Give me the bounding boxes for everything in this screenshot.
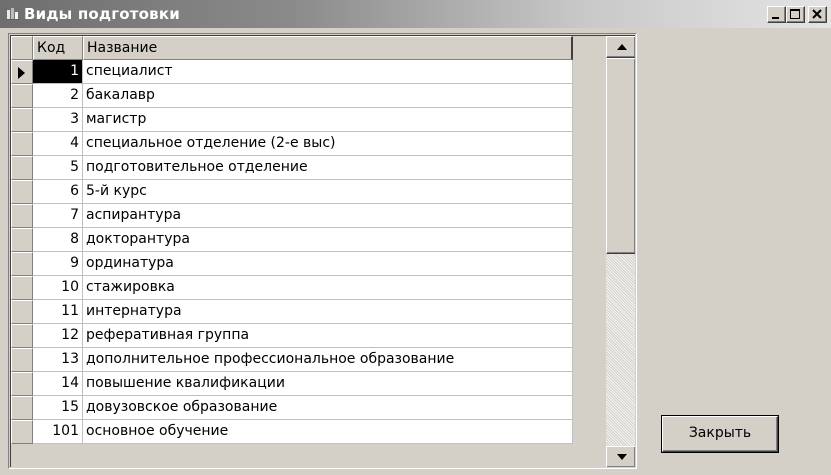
grid-viewport: Код Название 1 специалист 2 бакалавр 3 магист… — [10, 35, 635, 467]
table-row[interactable]: 101 основное обучение — [11, 420, 573, 444]
cell-name[interactable]: дополнительное профессиональное образова… — [83, 348, 573, 372]
row-indicator[interactable] — [11, 324, 33, 348]
row-indicator[interactable] — [11, 60, 33, 84]
cell-code[interactable]: 13 — [33, 348, 83, 372]
cell-name[interactable]: довузовское образование — [83, 396, 573, 420]
cell-name[interactable]: реферативная группа — [83, 324, 573, 348]
minimize-icon — [772, 17, 779, 19]
scroll-down-button[interactable] — [606, 446, 635, 467]
table-row[interactable]: 5 подготовительное отделение — [11, 156, 573, 180]
close-window-button[interactable] — [808, 6, 827, 23]
table-row[interactable]: 6 5-й курс — [11, 180, 573, 204]
cell-code[interactable]: 7 — [33, 204, 83, 228]
row-indicator[interactable] — [11, 252, 33, 276]
row-indicator[interactable] — [11, 420, 33, 444]
cell-name[interactable]: повышение квалификации — [83, 372, 573, 396]
table-row[interactable]: 12 реферативная группа — [11, 324, 573, 348]
current-row-arrow-icon — [18, 67, 25, 79]
cell-code[interactable]: 8 — [33, 228, 83, 252]
cell-code[interactable]: 15 — [33, 396, 83, 420]
row-indicator[interactable] — [11, 396, 33, 420]
cell-code[interactable]: 5 — [33, 156, 83, 180]
cell-code[interactable]: 1 — [33, 60, 83, 84]
row-indicator[interactable] — [11, 276, 33, 300]
row-indicator[interactable] — [11, 348, 33, 372]
cell-code[interactable]: 10 — [33, 276, 83, 300]
table-row[interactable]: 14 повышение квалификации — [11, 372, 573, 396]
title-bar[interactable]: Виды подготовки — [0, 0, 831, 28]
cell-name[interactable]: специальное отделение (2-е выс) — [83, 132, 573, 156]
minimize-button[interactable] — [767, 6, 786, 23]
maximize-icon — [790, 9, 800, 19]
column-header-name[interactable]: Название — [83, 36, 573, 60]
cell-name[interactable]: интернатура — [83, 300, 573, 324]
row-indicator[interactable] — [11, 156, 33, 180]
cell-code[interactable]: 6 — [33, 180, 83, 204]
cell-code[interactable]: 3 — [33, 108, 83, 132]
cell-name[interactable]: подготовительное отделение — [83, 156, 573, 180]
grid-empty-area — [573, 60, 606, 467]
table-row[interactable]: 9 ординатура — [11, 252, 573, 276]
row-indicator[interactable] — [11, 108, 33, 132]
table-row[interactable]: 15 довузовское образование — [11, 396, 573, 420]
row-indicator[interactable] — [11, 228, 33, 252]
triangle-up-icon — [617, 44, 627, 50]
table-row[interactable]: 3 магистр — [11, 108, 573, 132]
cell-code[interactable]: 9 — [33, 252, 83, 276]
row-indicator[interactable] — [11, 372, 33, 396]
table-row[interactable]: 13 дополнительное профессиональное образо… — [11, 348, 573, 372]
cell-code[interactable]: 12 — [33, 324, 83, 348]
table-row[interactable]: 8 докторантура — [11, 228, 573, 252]
scroll-thumb[interactable] — [606, 58, 635, 254]
table-row[interactable]: 11 интернатура — [11, 300, 573, 324]
cell-name[interactable]: стажировка — [83, 276, 573, 300]
cell-name[interactable]: докторантура — [83, 228, 573, 252]
table-row[interactable]: 4 специальное отделение (2-е выс) — [11, 132, 573, 156]
cell-name[interactable]: аспирантура — [83, 204, 573, 228]
row-indicator[interactable] — [11, 180, 33, 204]
cell-name[interactable]: бакалавр — [83, 84, 573, 108]
cell-name[interactable]: магистр — [83, 108, 573, 132]
table-row[interactable]: 2 бакалавр — [11, 84, 573, 108]
cell-name[interactable]: специалист — [83, 60, 573, 84]
data-grid[interactable]: Код Название 1 специалист 2 бакалавр 3 магист… — [8, 33, 637, 469]
header-indicator-cell — [11, 36, 33, 60]
app-icon — [6, 7, 20, 21]
close-button[interactable]: Закрыть — [662, 416, 778, 452]
scroll-up-button[interactable] — [606, 36, 635, 58]
cell-name[interactable]: 5-й курс — [83, 180, 573, 204]
table-row[interactable]: 1 специалист — [11, 60, 573, 84]
window-title: Виды подготовки — [24, 5, 180, 23]
row-indicator[interactable] — [11, 132, 33, 156]
grid-header: Код Название — [11, 36, 606, 60]
table-row[interactable]: 7 аспирантура — [11, 204, 573, 228]
row-indicator[interactable] — [11, 84, 33, 108]
row-indicator[interactable] — [11, 300, 33, 324]
cell-code[interactable]: 11 — [33, 300, 83, 324]
maximize-button[interactable] — [786, 6, 805, 23]
close-icon — [812, 9, 822, 19]
cell-code[interactable]: 4 — [33, 132, 83, 156]
column-header-code[interactable]: Код — [33, 36, 83, 60]
vertical-scrollbar[interactable] — [606, 36, 635, 467]
cell-code[interactable]: 14 — [33, 372, 83, 396]
cell-code[interactable]: 2 — [33, 84, 83, 108]
cell-name[interactable]: основное обучение — [83, 420, 573, 444]
row-indicator[interactable] — [11, 204, 33, 228]
cell-name[interactable]: ординатура — [83, 252, 573, 276]
cell-code[interactable]: 101 — [33, 420, 83, 444]
triangle-down-icon — [617, 454, 627, 460]
table-row[interactable]: 10 стажировка — [11, 276, 573, 300]
dialog-window: Виды подготовки Код Название 1 специалис… — [0, 0, 831, 475]
